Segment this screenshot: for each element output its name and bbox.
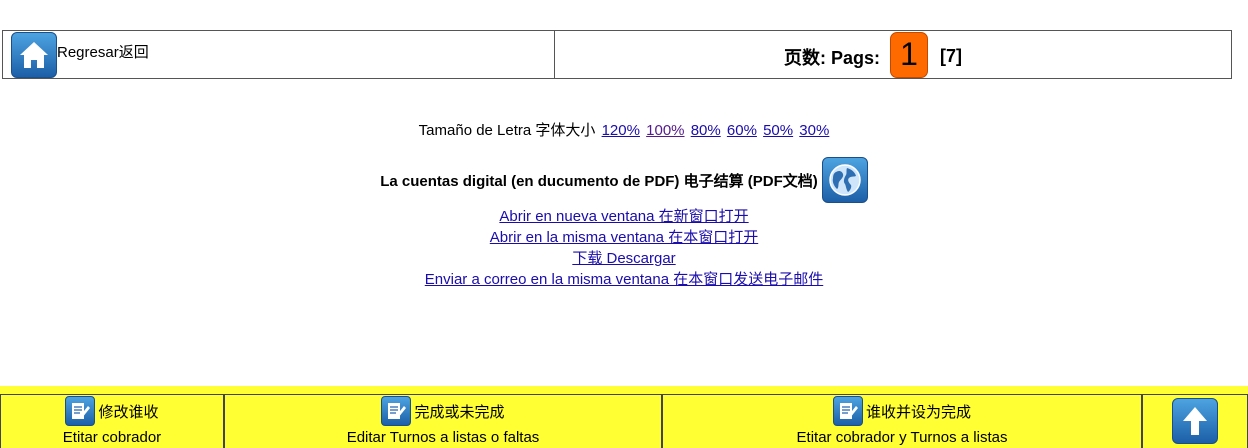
font-size-60-link[interactable]: 60% xyxy=(727,122,757,139)
edit-collector-button[interactable]: 修改谁收 Etitar cobrador xyxy=(0,394,224,448)
send-email-link[interactable]: Enviar a correo en la misma ventana 在本窗口… xyxy=(425,269,823,290)
font-size-80-link[interactable]: 80% xyxy=(691,122,721,139)
edit-collector-label: Etitar cobrador xyxy=(62,429,162,446)
edit-collector-cn-label: 修改谁收 xyxy=(98,403,159,421)
current-page-button[interactable]: 1 xyxy=(890,31,928,78)
toolbar-cells: 修改谁收 Etitar cobrador 完成或未完成 Editar Turno… xyxy=(0,394,1248,448)
edit-collector-and-turns-button[interactable]: 谁收并设为完成 Etitar cobrador y Turnos a lista… xyxy=(662,394,1142,448)
back-link[interactable]: Regresar返回 xyxy=(57,41,149,62)
pdf-links: Abrir en nueva ventana 在新窗口打开 Abrir en l… xyxy=(0,206,1248,290)
bottom-toolbar: 修改谁收 Etitar cobrador 完成或未完成 Editar Turno… xyxy=(0,386,1248,448)
edit-icon xyxy=(832,396,863,426)
edit-icon xyxy=(381,396,412,426)
scroll-top-button[interactable] xyxy=(1172,398,1218,444)
edit-collector-and-turns-cn-label: 谁收并设为完成 xyxy=(865,403,971,421)
globe-button[interactable] xyxy=(821,157,868,203)
scroll-top-cell xyxy=(1142,394,1248,448)
pages-label: 页数: Pags: xyxy=(783,47,880,68)
header-table: Regresar返回 页数: Pags: 1 [7] xyxy=(2,30,1232,79)
edit-turns-label: Editar Turnos a listas o faltas xyxy=(346,429,540,446)
font-size-120-link[interactable]: 120% xyxy=(602,122,640,139)
globe-icon xyxy=(829,164,861,196)
font-size-100-link[interactable]: 100% xyxy=(646,122,684,139)
header-back-cell: Regresar返回 xyxy=(3,31,555,78)
total-pages: [7] xyxy=(940,46,962,66)
edit-collector-and-turns-label: Etitar cobrador y Turnos a listas xyxy=(796,429,1008,446)
font-size-30-link[interactable]: 30% xyxy=(799,122,829,139)
home-icon xyxy=(20,41,48,68)
pagination: 页数: Pags: 1 [7] xyxy=(783,31,962,78)
open-same-window-link[interactable]: Abrir en la misma ventana 在本窗口打开 xyxy=(490,227,758,248)
home-button[interactable] xyxy=(11,31,57,78)
page: Regresar返回 页数: Pags: 1 [7] Tamaño de Let… xyxy=(0,0,1248,448)
arrow-up-icon xyxy=(1183,407,1207,435)
font-size-label: Tamaño de Letra 字体大小 xyxy=(418,122,596,139)
download-link[interactable]: 下载 Descargar xyxy=(572,248,675,269)
header-pages-cell: 页数: Pags: 1 [7] xyxy=(555,31,1231,78)
font-size-50-link[interactable]: 50% xyxy=(763,122,793,139)
edit-turns-button[interactable]: 完成或未完成 Editar Turnos a listas o faltas xyxy=(224,394,662,448)
edit-turns-cn-label: 完成或未完成 xyxy=(414,403,505,421)
font-size-row: Tamaño de Letra 字体大小 120% 100% 80% 60% 5… xyxy=(0,119,1248,140)
pdf-row: La cuentas digital (en ducumento de PDF)… xyxy=(0,157,1248,203)
open-new-window-link[interactable]: Abrir en nueva ventana 在新窗口打开 xyxy=(499,206,748,227)
pdf-title: La cuentas digital (en ducumento de PDF)… xyxy=(380,172,818,190)
edit-icon xyxy=(65,396,96,426)
